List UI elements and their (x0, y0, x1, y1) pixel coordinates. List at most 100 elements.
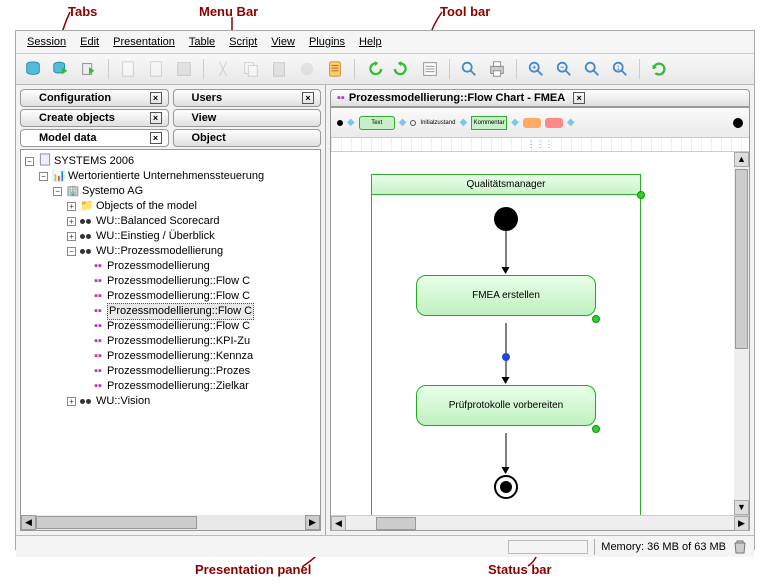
zoom-reset-icon[interactable]: 1 (609, 58, 631, 80)
menu-session[interactable]: Session (20, 34, 73, 50)
tree-node[interactable]: −🏢Systemo AG (25, 184, 320, 199)
redo-icon[interactable] (391, 58, 413, 80)
tab-object[interactable]: Object (173, 129, 322, 147)
doc1-icon[interactable] (117, 58, 139, 80)
menu-edit[interactable]: Edit (73, 34, 106, 50)
close-icon[interactable]: × (150, 132, 162, 144)
expand-icon[interactable]: + (67, 232, 76, 241)
tab-view[interactable]: View (173, 109, 322, 127)
tree-node[interactable]: +WU::Balanced Scorecard (25, 214, 320, 229)
export-icon[interactable] (78, 58, 100, 80)
scroll-thumb[interactable] (735, 169, 748, 349)
zoom-in-icon[interactable] (525, 58, 547, 80)
menu-plugins[interactable]: Plugins (302, 34, 352, 50)
tree-leaf[interactable]: ▪▪Prozessmodellierung::Kennza (25, 349, 320, 364)
scroll-up-icon[interactable]: ▲ (734, 152, 749, 167)
db-play-icon[interactable] (50, 58, 72, 80)
start-node[interactable] (494, 207, 518, 231)
tab-model-data[interactable]: Model data× (20, 129, 169, 147)
menu-script[interactable]: Script (222, 34, 264, 50)
collapse-icon[interactable]: − (67, 247, 76, 256)
diagram-canvas[interactable]: Qualitätsmanager FMEA erstellen Prüfprot… (331, 152, 749, 515)
expand-icon[interactable]: + (67, 217, 76, 226)
db-icon[interactable] (22, 58, 44, 80)
end-node[interactable] (494, 475, 518, 499)
close-icon[interactable]: × (573, 92, 585, 104)
tree-leaf[interactable]: ▪▪Prozessmodellierung (25, 259, 320, 274)
tree-node[interactable]: −WU::Prozessmodellierung (25, 244, 320, 259)
close-icon[interactable]: × (302, 92, 314, 104)
port[interactable] (592, 315, 600, 323)
scroll-down-icon[interactable]: ▼ (734, 500, 749, 515)
tree-hscroll[interactable]: ◀▶ (21, 515, 320, 530)
tree-node[interactable]: +📁Objects of the model (25, 199, 320, 214)
pal-text[interactable]: Text (359, 116, 395, 130)
activity-node[interactable]: Prüfprotokolle vorbereiten (416, 385, 596, 426)
print-icon[interactable] (486, 58, 508, 80)
zoom-fit-icon[interactable] (581, 58, 603, 80)
canvas-vscroll[interactable]: ▲▼ (734, 152, 749, 515)
port[interactable] (592, 425, 600, 433)
scroll-thumb[interactable] (36, 516, 197, 529)
pal-handle[interactable] (337, 120, 343, 126)
menu-table[interactable]: Table (182, 34, 222, 50)
refresh-icon[interactable] (648, 58, 670, 80)
menu-presentation[interactable]: Presentation (106, 34, 182, 50)
connector-dot[interactable] (502, 353, 510, 361)
tab-users[interactable]: Users× (173, 89, 322, 107)
tree[interactable]: −SYSTEMS 2006 −📊Wertorientierte Unterneh… (20, 149, 321, 531)
tree-node[interactable]: −📊Wertorientierte Unternehmenssteuerung (25, 169, 320, 184)
trash-icon[interactable] (732, 539, 748, 555)
tree-leaf[interactable]: ▪▪Prozessmodellierung::Flow C (25, 274, 320, 289)
collapse-icon[interactable]: − (25, 157, 34, 166)
collapse-icon[interactable]: − (53, 187, 62, 196)
close-icon[interactable]: × (150, 92, 162, 104)
tab-create-objects[interactable]: Create objects× (20, 109, 169, 127)
activity-node[interactable]: FMEA erstellen (416, 275, 596, 316)
scroll-track[interactable] (734, 167, 749, 500)
tree-leaf[interactable]: ▪▪Prozessmodellierung::KPI-Zu (25, 334, 320, 349)
pal-red[interactable] (545, 118, 563, 128)
scroll-right-icon[interactable]: ▶ (734, 516, 749, 531)
scroll-left-icon[interactable]: ◀ (331, 516, 346, 531)
paste-icon[interactable] (268, 58, 290, 80)
tree-leaf-selected[interactable]: ▪▪Prozessmodellierung::Flow C (25, 304, 320, 319)
tree-leaf[interactable]: ▪▪Prozessmodellierung::Prozes (25, 364, 320, 379)
tree-leaf[interactable]: ▪▪Prozessmodellierung::Flow C (25, 289, 320, 304)
pal-end[interactable] (733, 118, 743, 128)
menu-help[interactable]: Help (352, 34, 389, 50)
undo-icon[interactable] (363, 58, 385, 80)
script-icon[interactable] (324, 58, 346, 80)
tree-node-root[interactable]: −SYSTEMS 2006 (25, 154, 320, 169)
expand-icon[interactable]: + (67, 202, 76, 211)
scroll-track[interactable] (346, 516, 734, 530)
close-icon[interactable]: × (150, 112, 162, 124)
scroll-thumb[interactable] (376, 517, 416, 530)
doc2-icon[interactable] (145, 58, 167, 80)
scroll-track[interactable] (36, 515, 305, 530)
tree-node[interactable]: +WU::Vision (25, 394, 320, 409)
pal-comment[interactable]: Kommentar (471, 116, 507, 130)
list-icon[interactable] (419, 58, 441, 80)
search-icon[interactable] (458, 58, 480, 80)
scroll-left-icon[interactable]: ◀ (21, 515, 36, 530)
pal-initial[interactable]: Initialzustand (410, 120, 455, 126)
tree-leaf[interactable]: ▪▪Prozessmodellierung::Zielkar (25, 379, 320, 394)
menu-view[interactable]: View (264, 34, 302, 50)
copy-icon[interactable] (240, 58, 262, 80)
zoom-out-icon[interactable] (553, 58, 575, 80)
scroll-right-icon[interactable]: ▶ (305, 515, 320, 530)
save-icon[interactable] (173, 58, 195, 80)
tab-configuration[interactable]: Configuration× (20, 89, 169, 107)
collapse-icon[interactable]: − (39, 172, 48, 181)
tree-node[interactable]: +WU::Einstieg / Überblick (25, 229, 320, 244)
swimlane[interactable]: Qualitätsmanager FMEA erstellen Prüfprot… (371, 174, 641, 515)
expand-icon[interactable]: + (67, 397, 76, 406)
delete-icon[interactable] (296, 58, 318, 80)
tree-leaf[interactable]: ▪▪Prozessmodellierung::Flow C (25, 319, 320, 334)
cut-icon[interactable] (212, 58, 234, 80)
presentation-tab[interactable]: ▪▪ Prozessmodellierung::Flow Chart - FME… (330, 89, 750, 107)
port[interactable] (637, 191, 645, 199)
pal-orange[interactable] (523, 118, 541, 128)
canvas-hscroll[interactable]: ◀▶ (331, 515, 749, 530)
